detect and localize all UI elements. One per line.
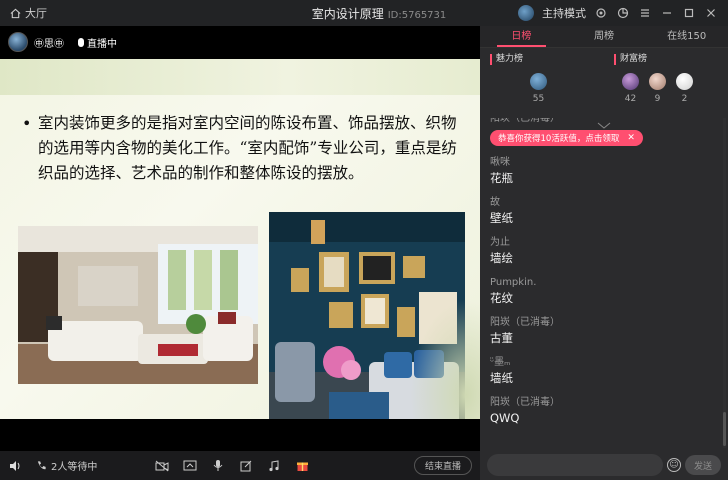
phone-icon <box>37 461 46 470</box>
slide-bullet-text: 室内装饰更多的是指对室内空间的陈设布置、饰品摆放、织物的选用等内含物的美化工作。… <box>22 111 462 186</box>
maximize-icon[interactable] <box>682 6 696 20</box>
gift-icon[interactable] <box>295 459 309 473</box>
list-item: 啾咪 花瓶 <box>490 156 718 186</box>
waiting-queue[interactable]: 2人等待中 <box>36 458 97 473</box>
chat-message: 墙纸 <box>490 371 513 385</box>
chat-user[interactable]: Pumpkin. <box>490 276 718 290</box>
volume-icon[interactable] <box>8 459 22 473</box>
chat-user-partial: 阳崁（已消毒） <box>490 118 560 124</box>
slide-decoration-flower <box>410 299 480 419</box>
minimize-icon[interactable] <box>660 6 674 20</box>
waiting-label: 2人等待中 <box>51 462 98 473</box>
list-item: 为止 墙绘 <box>490 236 718 266</box>
chat-user[interactable]: 啾咪 <box>490 156 718 170</box>
chat-input[interactable] <box>487 454 663 476</box>
reward-notice-text: 恭喜你获得10活跃值，点击领取 <box>498 134 620 144</box>
camera-off-icon[interactable] <box>155 459 169 473</box>
list-item: 阳崁（已消毒） QWQ <box>490 396 718 426</box>
avatar <box>676 73 693 90</box>
rank-item[interactable]: 42 <box>622 73 639 104</box>
title-bar: 大厅 室内设计原理 ID:5765731 主持模式 <box>0 0 728 26</box>
charm-board-items: 55 <box>490 73 604 104</box>
avatar <box>530 73 547 90</box>
rank-item[interactable]: 2 <box>676 73 693 104</box>
mic-icon <box>78 37 84 47</box>
app-window: 大厅 室内设计原理 ID:5765731 主持模式 ㊥思㊥ 直播中 • 室内装饰… <box>0 0 728 480</box>
live-status-label: 直播中 <box>87 38 117 50</box>
home-label: 大厅 <box>25 7 47 20</box>
tab-online[interactable]: 在线150 <box>645 26 728 47</box>
chat-message: 墙绘 <box>490 251 513 265</box>
chat-user[interactable]: 阳崁（已消毒） <box>490 396 718 410</box>
chat-scrollbar-thumb[interactable] <box>723 412 726 446</box>
host-info-bar: ㊥思㊥ 直播中 <box>0 26 480 58</box>
bottom-left-group: 2人等待中 <box>8 458 97 473</box>
music-icon[interactable] <box>267 459 281 473</box>
wealth-board-items: 42 9 2 <box>614 73 728 104</box>
right-panel: 日榜 周榜 在线150 魅力榜 55 财富榜 42 9 2 阳崁（已消毒） 恭喜… <box>480 26 728 480</box>
living-room-photo <box>18 226 258 384</box>
end-live-button[interactable]: 结束直播 <box>413 456 472 475</box>
screen-share-icon[interactable] <box>183 459 197 473</box>
chat-user[interactable]: 阳崁（已消毒） <box>490 316 718 330</box>
chat-user[interactable]: 故 <box>490 196 718 210</box>
settings-icon[interactable] <box>594 6 608 20</box>
window-controls: 主持模式 <box>518 5 728 21</box>
chat-input-bar: ☺ 发送 <box>480 450 728 480</box>
chat-scrollbar-track[interactable] <box>723 118 726 448</box>
chat-message: 花纹 <box>490 291 513 305</box>
ranking-tabs: 日榜 周榜 在线150 <box>480 26 728 48</box>
avatar <box>649 73 666 90</box>
list-item: 阳崁（已消毒） 古董 <box>490 316 718 346</box>
home-icon <box>10 8 21 18</box>
charm-board-title: 魅力榜 <box>490 54 604 65</box>
rank-item[interactable]: 55 <box>530 73 547 104</box>
live-status: 直播中 <box>78 35 117 50</box>
bottom-toolbar: 2人等待中 结束直播 <box>0 451 480 480</box>
chat-user[interactable]: ᵕ̈墨ₘ <box>490 356 718 370</box>
rank-value: 42 <box>624 94 637 104</box>
room-id: ID:5765731 <box>387 9 447 21</box>
chat-message: 花瓶 <box>490 171 513 185</box>
avatar <box>622 73 639 90</box>
host-avatar[interactable] <box>8 32 28 52</box>
menu-icon[interactable] <box>638 6 652 20</box>
whiteboard-edit-icon[interactable] <box>239 459 253 473</box>
home-button[interactable]: 大厅 <box>0 5 200 21</box>
presentation-slide: 室内装饰更多的是指对室内空间的陈设布置、饰品摆放、织物的选用等内含物的美化工作。… <box>0 59 480 419</box>
rank-value: 9 <box>654 94 661 104</box>
slide-decoration <box>0 59 480 95</box>
close-icon[interactable] <box>704 6 718 20</box>
host-mode-label[interactable]: 主持模式 <box>542 5 586 21</box>
send-button[interactable]: 发送 <box>684 455 721 475</box>
reward-notice[interactable]: 恭喜你获得10活跃值，点击领取 ✕ <box>490 130 643 146</box>
rank-item[interactable]: 9 <box>649 73 666 104</box>
tab-weekly[interactable]: 周榜 <box>563 26 646 47</box>
room-title: 室内设计原理 <box>311 6 384 21</box>
chat-user[interactable]: 为止 <box>490 236 718 250</box>
close-icon[interactable]: ✕ <box>627 133 635 143</box>
tab-daily[interactable]: 日榜 <box>480 26 563 47</box>
skin-icon[interactable] <box>616 6 630 20</box>
chat-message: 壁纸 <box>490 211 513 225</box>
live-video-area: ㊥思㊥ 直播中 室内装饰更多的是指对室内空间的陈设布置、饰品摆放、织物的选用等内… <box>0 26 480 451</box>
host-name: ㊥思㊥ <box>34 38 64 50</box>
chat-message: QWQ <box>490 411 520 425</box>
rank-value: 55 <box>532 94 545 104</box>
chat-list: 阳崁（已消毒） 恭喜你获得10活跃值，点击领取 ✕ 啾咪 花瓶 故 壁纸 为止 … <box>480 118 728 448</box>
list-item: 故 壁纸 <box>490 196 718 226</box>
list-item: Pumpkin. 花纹 <box>490 276 718 306</box>
user-avatar[interactable] <box>518 5 534 21</box>
window-title: 室内设计原理 ID:5765731 <box>200 5 518 22</box>
emoji-icon[interactable]: ☺ <box>666 458 681 472</box>
wealth-board-title: 财富榜 <box>614 54 728 65</box>
bottom-tools <box>155 459 309 473</box>
list-item: ᵕ̈墨ₘ 墙纸 <box>490 356 718 386</box>
rank-value: 2 <box>681 94 688 104</box>
chat-message: 古董 <box>490 331 513 345</box>
microphone-icon[interactable] <box>211 459 225 473</box>
